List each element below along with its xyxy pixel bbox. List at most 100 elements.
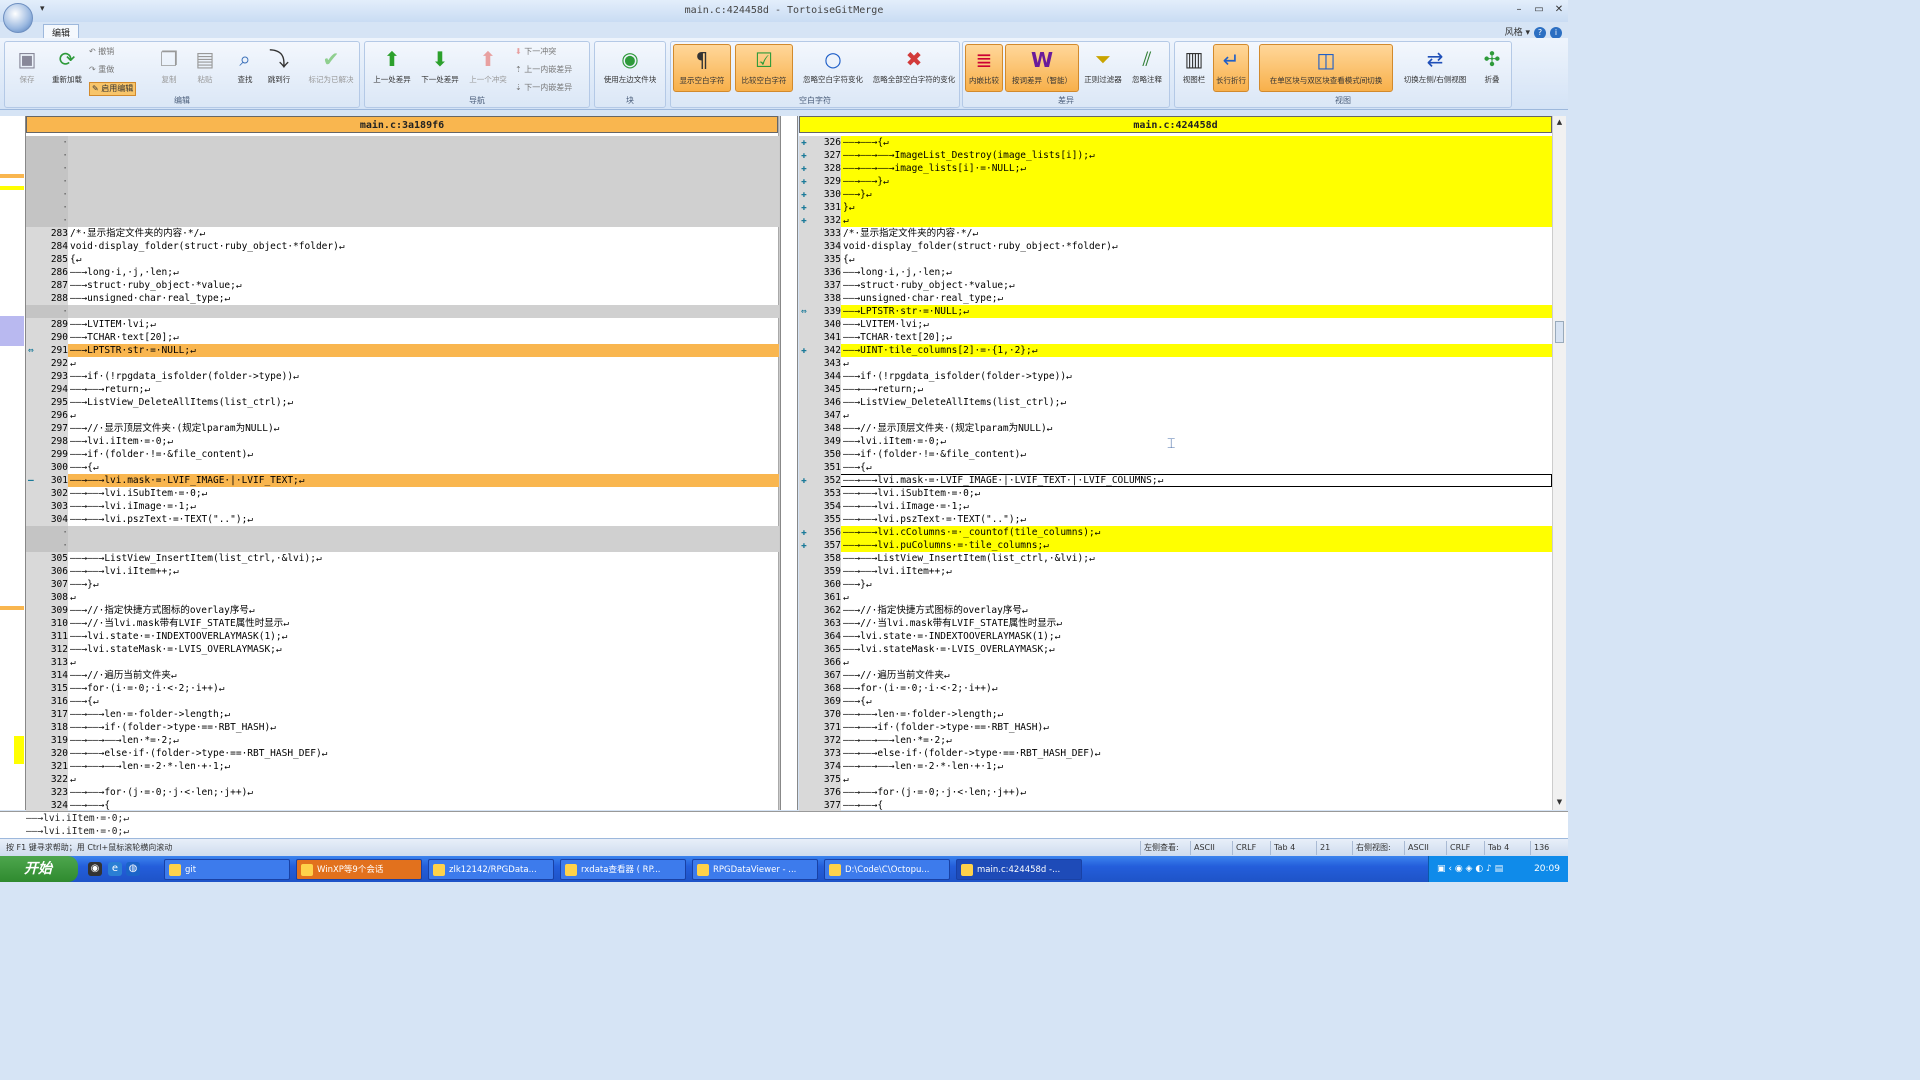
code-line[interactable]: 299 ——→if·(folder·!=·&file_content)↵ bbox=[26, 448, 779, 461]
use-left-block-button[interactable]: ◉ 使用左边文件块 bbox=[597, 44, 663, 92]
task-explorer[interactable]: D:\Code\C\Octopu... bbox=[824, 859, 950, 880]
code-line[interactable]: 346 ——→ListView_DeleteAllItems(list_ctrl)… bbox=[799, 396, 1552, 409]
quicklaunch-icon[interactable]: ◉ bbox=[88, 862, 102, 876]
code-line[interactable]: 303 ——→——→lvi.iImage·=·1;↵ bbox=[26, 500, 779, 513]
code-line[interactable]: 310 ——→//·当lvi.mask带有LVIF_STATE属性时显示↵ bbox=[26, 617, 779, 630]
code-line[interactable]: 364 ——→lvi.state·=·INDEXTOOVERLAYMASK(1);… bbox=[799, 630, 1552, 643]
code-line[interactable]: 336 ——→long·i,·j,·len;↵ bbox=[799, 266, 1552, 279]
code-line[interactable]: 305 ——→——→ListView_InsertItem(list_ctrl,·… bbox=[26, 552, 779, 565]
redo-button[interactable]: ↷ 重做 bbox=[89, 64, 114, 78]
bottom-line-pane[interactable]: ——→lvi.iItem·=·0;↵ ——→lvi.iItem·=·0;↵ bbox=[0, 811, 1568, 838]
start-button[interactable]: 开始 bbox=[0, 856, 78, 882]
code-line[interactable]: · bbox=[26, 526, 779, 539]
task-rxdata[interactable]: rxdata查看器 ( RP... bbox=[560, 859, 686, 880]
code-line[interactable]: 293 ——→if·(!rpgdata_isfolder(folder->type… bbox=[26, 370, 779, 383]
code-line[interactable]: 323 ——→——→for·(j·=·0;·j·<·len;·j++)↵ bbox=[26, 786, 779, 799]
toggle-pane-mode-button[interactable]: ◫ 在单区块与双区块查看模式间切换 bbox=[1259, 44, 1393, 92]
scroll-down-arrow[interactable]: ▼ bbox=[1554, 797, 1565, 808]
code-line[interactable]: 298 ——→lvi.iItem·=·0;↵ bbox=[26, 435, 779, 448]
code-line[interactable]: 321 ——→——→——→len·=·2·*·len·+·1;↵ bbox=[26, 760, 779, 773]
code-line[interactable]: 363 ——→//·当lvi.mask带有LVIF_STATE属性时显示↵ bbox=[799, 617, 1552, 630]
code-line[interactable]: 370 ——→——→len·=·folder->length;↵ bbox=[799, 708, 1552, 721]
word-diff-button[interactable]: W 按词差异（智能） bbox=[1005, 44, 1079, 92]
code-line[interactable]: 311 ——→lvi.state·=·INDEXTOOVERLAYMASK(1);… bbox=[26, 630, 779, 643]
code-line[interactable]: ✚ 332 ↵ bbox=[799, 214, 1552, 227]
ignore-all-whitespace-button[interactable]: ✖ 忽略全部空白字符的变化 bbox=[871, 44, 957, 92]
code-line[interactable]: · bbox=[26, 539, 779, 552]
code-line[interactable]: 322 ↵ bbox=[26, 773, 779, 786]
code-line[interactable]: 290 ——→TCHAR·text[20];↵ bbox=[26, 331, 779, 344]
code-line[interactable]: ✚ 331}↵ bbox=[799, 201, 1552, 214]
code-line[interactable]: 295 ——→ListView_DeleteAllItems(list_ctrl)… bbox=[26, 396, 779, 409]
ie-icon[interactable]: e bbox=[108, 862, 122, 876]
close-button[interactable]: ✕ bbox=[1550, 3, 1568, 17]
code-line[interactable]: 288 ——→unsigned·char·real_type;↵ bbox=[26, 292, 779, 305]
code-line[interactable]: 283/*·显示指定文件夹的内容·*/↵ bbox=[26, 227, 779, 240]
code-line[interactable]: 296 ↵ bbox=[26, 409, 779, 422]
code-line[interactable]: 368 ——→for·(i·=·0;·i·<·2;·i++)↵ bbox=[799, 682, 1552, 695]
code-line[interactable]: 302 ——→——→lvi.iSubItem·=·0;↵ bbox=[26, 487, 779, 500]
style-menu[interactable]: 风格 ▾? i bbox=[1505, 25, 1562, 39]
code-line[interactable]: 306 ——→——→lvi.iItem++;↵ bbox=[26, 565, 779, 578]
code-line[interactable]: — 301 ——→——→lvi.mask·=·LVIF_IMAGE·|·LVIF_T… bbox=[26, 474, 779, 487]
code-line[interactable]: 286 ——→long·i,·j,·len;↵ bbox=[26, 266, 779, 279]
code-line[interactable]: ✚ 352 ——→——→lvi.mask·=·LVIF_IMAGE·|·LVIF_T… bbox=[799, 474, 1552, 487]
paste-button[interactable]: ▤ 粘贴 bbox=[185, 44, 225, 92]
code-line[interactable]: 375 ↵ bbox=[799, 773, 1552, 786]
task-git[interactable]: git bbox=[164, 859, 290, 880]
copy-button[interactable]: ❐ 复制 bbox=[149, 44, 189, 92]
reload-button[interactable]: ⟳ 重新加载 bbox=[47, 44, 87, 92]
style-label[interactable]: 风格 ▾ bbox=[1505, 28, 1530, 38]
code-line[interactable]: 376 ——→——→for·(j·=·0;·j·<·len;·j++)↵ bbox=[799, 786, 1552, 799]
task-github[interactable]: zlk12142/RPGData... bbox=[428, 859, 554, 880]
left-encoding[interactable]: ASCII bbox=[1190, 841, 1218, 855]
right-scroll-thumb[interactable] bbox=[1555, 321, 1564, 343]
code-line[interactable]: 317 ——→——→len·=·folder->length;↵ bbox=[26, 708, 779, 721]
code-line[interactable]: 367 ——→//·遍历当前文件夹↵ bbox=[799, 669, 1552, 682]
prev-inline-diff-button[interactable]: ⇡ 上一内嵌差异 bbox=[515, 64, 572, 78]
code-line[interactable]: 345 ——→——→return;↵ bbox=[799, 383, 1552, 396]
right-eol[interactable]: CRLF bbox=[1446, 841, 1473, 855]
browser-icon[interactable]: ◍ bbox=[126, 862, 140, 876]
code-line[interactable]: 284 void·display_folder(struct·ruby_objec… bbox=[26, 240, 779, 253]
code-line[interactable]: 344 ——→if·(!rpgdata_isfolder(folder->type… bbox=[799, 370, 1552, 383]
code-line[interactable]: 355 ——→——→lvi.pszText·=·TEXT("..");↵ bbox=[799, 513, 1552, 526]
code-line[interactable]: 353 ——→——→lvi.iSubItem·=·0;↵ bbox=[799, 487, 1552, 500]
left-tab[interactable]: Tab 4 bbox=[1270, 841, 1298, 855]
code-line[interactable]: 372 ——→——→——→len·*=·2;↵ bbox=[799, 734, 1552, 747]
code-line[interactable]: 365 ——→lvi.stateMask·=·LVIS_OVERLAYMASK;↵ bbox=[799, 643, 1552, 656]
undo-button[interactable]: ↶ 撤销 bbox=[89, 46, 114, 60]
code-line[interactable]: 318 ——→——→if·(folder->type·==·RBT_HASH)↵ bbox=[26, 721, 779, 734]
maximize-button[interactable]: ▭ bbox=[1530, 3, 1548, 17]
inline-compare-button[interactable]: ≣ 内嵌比较 bbox=[965, 44, 1003, 92]
next-diff-button[interactable]: ⬇ 下一处差异 bbox=[417, 44, 463, 92]
code-line[interactable]: 366 ↵ bbox=[799, 656, 1552, 669]
code-line[interactable]: · bbox=[26, 188, 779, 201]
code-line[interactable]: 361 ↵ bbox=[799, 591, 1552, 604]
code-line[interactable]: 297 ——→//·显示顶层文件夹·(规定lparam为NULL)↵ bbox=[26, 422, 779, 435]
code-line[interactable]: ✚ 326 ——→——→{↵ bbox=[799, 136, 1552, 149]
code-line[interactable]: 309 ——→//·指定快捷方式图标的overlay序号↵ bbox=[26, 604, 779, 617]
code-line[interactable]: 319 ——→——→——→len·*=·2;↵ bbox=[26, 734, 779, 747]
left-pane[interactable]: main.c:3a189f6 · · · · · · · 283/*·显示指定文件夹的内容·*… bbox=[26, 116, 793, 812]
save-button[interactable]: ▣ 保存 bbox=[7, 44, 47, 92]
code-line[interactable]: 351 ——→{↵ bbox=[799, 461, 1552, 474]
next-conflict-button[interactable]: ⬇ 下一冲突 bbox=[515, 46, 556, 60]
code-line[interactable]: 373 ——→——→else·if·(folder->type·==·RBT_HA… bbox=[799, 747, 1552, 760]
tray-icons[interactable]: ▣ ‹ ◉ ◈ ◐ ♪ ▤ bbox=[1437, 856, 1503, 882]
code-line[interactable]: · bbox=[26, 305, 779, 318]
code-line[interactable]: 369 ——→{↵ bbox=[799, 695, 1552, 708]
code-line[interactable]: 300 ——→{↵ bbox=[26, 461, 779, 474]
regex-filter-button[interactable]: ⏷ 正则过滤器 bbox=[1083, 44, 1123, 92]
code-line[interactable]: 285 {↵ bbox=[26, 253, 779, 266]
right-scrollbar[interactable]: ▲ ▼ bbox=[1552, 116, 1566, 810]
code-line[interactable]: 338 ——→unsigned·char·real_type;↵ bbox=[799, 292, 1552, 305]
code-line[interactable]: ✚ 327 ——→——→——→ImageList_Destroy(image_lis… bbox=[799, 149, 1552, 162]
code-line[interactable]: 337 ——→struct·ruby_object·*value;↵ bbox=[799, 279, 1552, 292]
code-line[interactable]: 320 ——→——→else·if·(folder->type·==·RBT_HA… bbox=[26, 747, 779, 760]
code-line[interactable]: · bbox=[26, 149, 779, 162]
ignore-comments-button[interactable]: ⫽ 忽略注释 bbox=[1127, 44, 1167, 92]
task-tortoisegitmerge[interactable]: main.c:424458d -... bbox=[956, 859, 1082, 880]
code-line[interactable]: 340 ——→LVITEM·lvi;↵ bbox=[799, 318, 1552, 331]
code-line[interactable]: ✚ 328 ——→——→——→image_lists[i]·=·NULL;↵ bbox=[799, 162, 1552, 175]
